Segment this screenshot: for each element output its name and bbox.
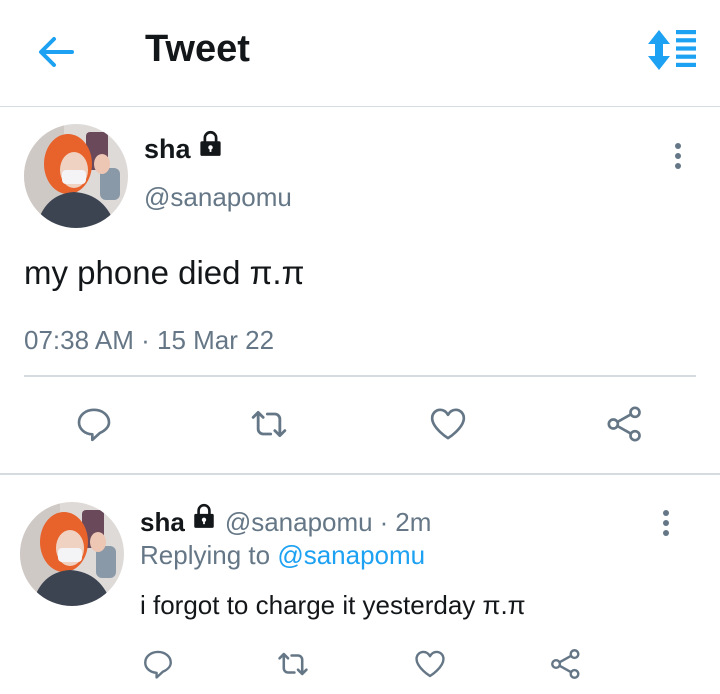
like-icon[interactable]	[428, 404, 468, 444]
tweet-timestamp: 07:38 AM · 15 Mar 22	[24, 325, 274, 356]
author-row: sha @sanapomu · 2m	[140, 503, 432, 538]
separator-dot: ·	[379, 507, 389, 537]
reply-icon[interactable]	[74, 404, 114, 444]
separator-dot: ·	[141, 325, 150, 355]
lock-icon	[191, 503, 217, 536]
share-icon[interactable]	[605, 404, 645, 444]
like-icon[interactable]	[413, 647, 447, 681]
top-bar: Tweet	[0, 0, 720, 107]
reply-time: 2m	[395, 507, 432, 537]
page-title: Tweet	[145, 28, 250, 70]
retweet-icon[interactable]	[249, 404, 289, 444]
tweet-text: my phone died π.π	[24, 254, 305, 291]
author-row: sha	[144, 130, 224, 165]
author-handle[interactable]: @sanapomu	[225, 507, 373, 538]
main-tweet: sha @sanapomu my phone died π.π 07:38 AM…	[0, 107, 720, 473]
avatar[interactable]	[20, 502, 124, 606]
more-options-icon[interactable]	[660, 510, 672, 540]
avatar[interactable]	[24, 124, 128, 228]
reply-text: i forgot to charge it yesterday π.π	[140, 590, 526, 620]
replying-to: Replying to @sanapomu	[140, 540, 425, 571]
divider	[24, 375, 696, 377]
sort-icon[interactable]	[645, 29, 697, 71]
lock-icon	[197, 130, 224, 164]
reply-icon[interactable]	[141, 647, 175, 681]
tweet-time: 07:38 AM	[24, 325, 134, 355]
back-arrow-icon[interactable]	[34, 30, 78, 74]
share-icon[interactable]	[549, 647, 583, 681]
author-name[interactable]: sha	[140, 507, 185, 538]
tweet-date: 15 Mar 22	[157, 325, 275, 355]
replying-to-label: Replying to	[140, 540, 271, 570]
author-name[interactable]: sha	[144, 134, 191, 165]
reply-tweet[interactable]: sha @sanapomu · 2m Replying to @sanapomu…	[0, 475, 720, 694]
more-options-icon[interactable]	[672, 143, 684, 173]
author-handle[interactable]: @sanapomu	[144, 182, 292, 213]
retweet-icon[interactable]	[276, 647, 310, 681]
replying-to-handle[interactable]: @sanapomu	[277, 540, 425, 570]
